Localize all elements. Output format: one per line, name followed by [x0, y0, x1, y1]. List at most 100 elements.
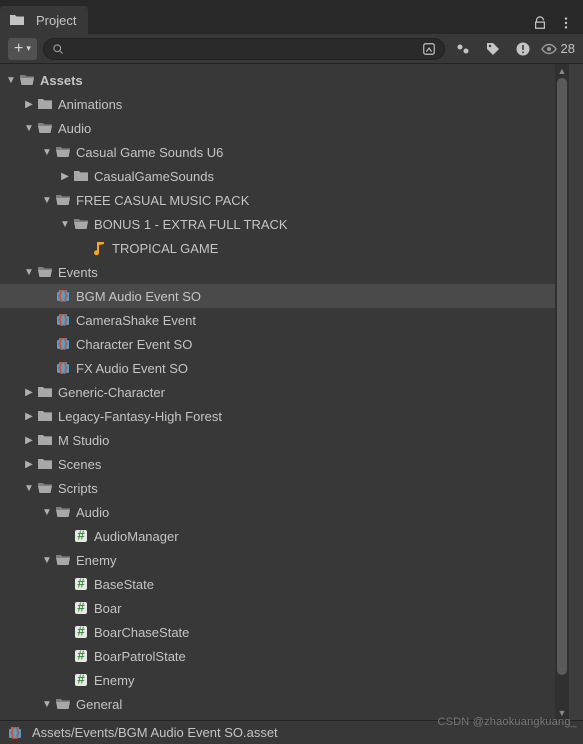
chevron-down-icon[interactable]: ▼ [22, 481, 36, 495]
search-input[interactable] [70, 42, 422, 56]
chevron-down-icon[interactable]: ▼ [40, 145, 54, 159]
scrollbar[interactable]: ▲ ▼ [555, 64, 569, 720]
tree-row[interactable]: ▶#BaseState [0, 572, 555, 596]
tree-row[interactable]: ▼ Audio [0, 500, 555, 524]
chevron-down-icon[interactable]: ▼ [40, 193, 54, 207]
tree-row[interactable]: ▶#AudioManager [0, 524, 555, 548]
tree-row[interactable]: ▶#BoarChaseState [0, 620, 555, 644]
scroll-up-icon[interactable]: ▲ [555, 64, 569, 78]
chevron-right-icon[interactable]: ▶ [22, 433, 36, 447]
folder-open-icon [18, 71, 36, 89]
chevron-down-icon[interactable]: ▼ [40, 697, 54, 711]
tree-row[interactable]: ▶#Boar [0, 596, 555, 620]
tree-row[interactable]: ▼ Audio [0, 116, 555, 140]
tree-row[interactable]: ▶TROPICAL GAME [0, 236, 555, 260]
tree-row-label: FREE CASUAL MUSIC PACK [76, 193, 249, 208]
tree-row-label: AudioManager [94, 529, 179, 544]
watermark: CSDN @zhaokuangkuang_ [437, 716, 577, 728]
tree-row-label: BONUS 1 - EXTRA FULL TRACK [94, 217, 288, 232]
tree-row[interactable]: ▶{}FX Audio Event SO [0, 356, 555, 380]
tree-row[interactable]: ▶Legacy-Fantasy-High Forest [0, 404, 555, 428]
tree-row[interactable]: ▶ Scenes [0, 452, 555, 476]
chevron-right-icon[interactable]: ▶ [22, 97, 36, 111]
tree-row-label: BoarPatrolState [94, 649, 186, 664]
cs-icon: # [72, 599, 90, 617]
chevron-right-icon[interactable]: ▶ [22, 385, 36, 399]
folder-icon [8, 11, 26, 29]
tree-row[interactable]: ▼ Assets [0, 68, 555, 92]
tree-row-label: Scenes [58, 457, 101, 472]
warning-icon[interactable] [511, 38, 535, 60]
svg-text:{}: {} [58, 360, 68, 375]
tree-row-label: TROPICAL GAME [112, 241, 218, 256]
svg-text:{}: {} [58, 336, 68, 351]
tree-row-label: Audio [58, 121, 91, 136]
tree-row[interactable]: ▶ M Studio [0, 428, 555, 452]
hidden-count-label: 28 [561, 41, 575, 56]
toolbar: + ▾ 28 [0, 34, 583, 64]
search-by-type-icon[interactable] [422, 42, 436, 56]
scrollbar-thumb[interactable] [557, 78, 567, 675]
tree-row[interactable]: ▼ General [0, 692, 555, 716]
folder-open-icon [36, 479, 54, 497]
tree-row[interactable]: ▶Generic-Character [0, 380, 555, 404]
filter-by-label-icon[interactable] [451, 38, 475, 60]
svg-text:#: # [77, 672, 85, 687]
tab-project[interactable]: Project [0, 6, 88, 34]
chevron-down-icon[interactable]: ▼ [40, 505, 54, 519]
cs-icon: # [72, 575, 90, 593]
chevron-right-icon[interactable]: ▶ [58, 169, 72, 183]
cs-icon: # [72, 623, 90, 641]
tree-row[interactable]: ▶Animations [0, 92, 555, 116]
tree-row-label: Assets [40, 73, 83, 88]
tree-row-label: M Studio [58, 433, 109, 448]
chevron-down-icon[interactable]: ▼ [58, 217, 72, 231]
tree-row[interactable]: ▼Events [0, 260, 555, 284]
folder-open-icon [36, 263, 54, 281]
search-field[interactable] [43, 38, 445, 60]
svg-text:#: # [77, 576, 85, 591]
tree-row-label: Enemy [76, 553, 116, 568]
tree-row[interactable]: ▶{}Character Event SO [0, 332, 555, 356]
svg-text:#: # [77, 600, 85, 615]
kebab-menu-icon[interactable] [559, 16, 573, 30]
tree-row[interactable]: ▶CasualGameSounds [0, 164, 555, 188]
svg-text:{}: {} [58, 288, 68, 303]
folder-open-icon [54, 191, 72, 209]
tree-row-label: Audio [76, 505, 109, 520]
tree-row[interactable]: ▼ Enemy [0, 548, 555, 572]
tree-row[interactable]: ▼ FREE CASUAL MUSIC PACK [0, 188, 555, 212]
chevron-down-icon[interactable]: ▼ [40, 553, 54, 567]
audio-icon [90, 239, 108, 257]
folder-open-icon [54, 551, 72, 569]
tree-row-label: General [76, 697, 122, 712]
tree-row-label: FX Audio Event SO [76, 361, 188, 376]
lock-icon[interactable] [533, 16, 547, 30]
folder-open-icon [72, 215, 90, 233]
tag-icon[interactable] [481, 38, 505, 60]
tree-row[interactable]: ▶#BoarPatrolState [0, 644, 555, 668]
tree-row[interactable]: ▼Scripts [0, 476, 555, 500]
tree-view[interactable]: ▼ Assets ▶Animations ▼ Audio ▼Casual Game Sou… [0, 64, 555, 720]
chevron-down-icon[interactable]: ▼ [22, 121, 36, 135]
tree-row[interactable]: ▼Casual Game Sounds U6 [0, 140, 555, 164]
status-path: Assets/Events/BGM Audio Event SO.asset [32, 725, 278, 740]
chevron-down-icon[interactable]: ▼ [4, 73, 18, 87]
cs-icon: # [72, 527, 90, 545]
chevron-down-icon[interactable]: ▼ [22, 265, 36, 279]
svg-text:#: # [77, 624, 85, 639]
hidden-count[interactable]: 28 [541, 41, 575, 57]
folder-open-icon [54, 503, 72, 521]
folder-icon [36, 95, 54, 113]
tree-row[interactable]: ▶{}BGM Audio Event SO [0, 284, 555, 308]
add-button[interactable]: + ▾ [8, 38, 37, 60]
tree-row[interactable]: ▶{}CameraShake Event [0, 308, 555, 332]
chevron-right-icon[interactable]: ▶ [22, 457, 36, 471]
tree-row[interactable]: ▼ BONUS 1 - EXTRA FULL TRACK [0, 212, 555, 236]
search-icon [52, 43, 64, 55]
tree-row[interactable]: ▶#Enemy [0, 668, 555, 692]
so-icon: {} [54, 311, 72, 329]
svg-text:#: # [77, 648, 85, 663]
chevron-right-icon[interactable]: ▶ [22, 409, 36, 423]
tree-row-label: Character Event SO [76, 337, 192, 352]
